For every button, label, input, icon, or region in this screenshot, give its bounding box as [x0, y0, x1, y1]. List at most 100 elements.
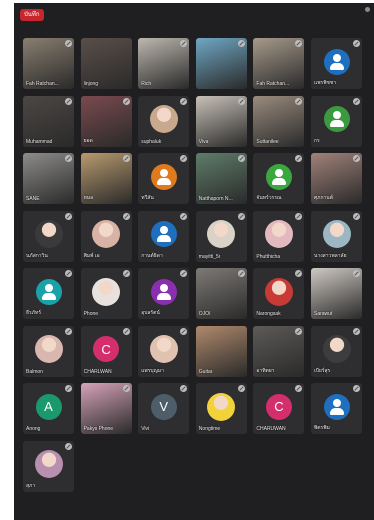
mic-muted-icon	[353, 40, 360, 47]
participant-tile[interactable]: Pakys Phone	[80, 383, 132, 434]
window-control-icon[interactable]	[365, 7, 370, 12]
participant-tile[interactable]: Fah Ratchan...	[23, 38, 74, 89]
participant-name: Pakys Phone	[83, 426, 114, 432]
participant-tile[interactable]: mayitti_5r	[195, 210, 247, 262]
participant-tile[interactable]: ทวีสัน	[138, 153, 190, 204]
participant-tile[interactable]: Balmon	[23, 325, 74, 377]
participant-tile[interactable]: SANE	[23, 153, 74, 204]
mic-muted-icon	[180, 385, 188, 392]
participant-tile[interactable]: นภัสกาวิน	[23, 210, 74, 262]
mic-muted-icon	[353, 327, 360, 335]
participant-tile[interactable]	[195, 38, 247, 89]
mic-muted-icon	[122, 97, 130, 105]
participant-tile[interactable]: จันทร์วรรณ	[253, 153, 305, 204]
participant-name: พิมพ์ เอ	[83, 252, 100, 259]
person-icon	[324, 394, 350, 420]
participant-tile[interactable]: Guitar	[195, 325, 247, 377]
mic-muted-icon	[180, 97, 188, 105]
participant-tile[interactable]: อาทิตยา	[253, 325, 305, 377]
participant-name: Sarawut	[314, 311, 333, 317]
participant-avatar	[323, 106, 350, 132]
participant-name: Vivi	[141, 426, 150, 432]
participant-name: OJOI	[198, 311, 211, 317]
participant-tile[interactable]: Muhammad	[23, 95, 74, 147]
profile-photo	[34, 220, 63, 248]
participant-name: เบียร์สุร	[314, 367, 331, 374]
mic-muted-icon	[295, 212, 303, 220]
participant-name: Phone	[83, 311, 99, 317]
participant-name: สุภา	[26, 482, 36, 489]
participant-tile[interactable]: Rich	[138, 38, 190, 89]
mic-muted-icon	[295, 270, 303, 277]
participant-name: อาทิตยา	[256, 367, 275, 374]
participant-tile[interactable]: Nongtime	[195, 383, 247, 434]
participant-tile[interactable]: Fah Ratchan...	[253, 38, 305, 89]
participant-tile[interactable]: Phutthicha	[253, 210, 305, 262]
participant-avatar: C	[265, 393, 292, 420]
participant-name: Balmon	[26, 368, 43, 375]
participant-tile[interactable]: หมอ	[80, 153, 132, 204]
participant-tile[interactable]: อุบลรัตน์	[138, 268, 190, 319]
participant-tile[interactable]: C CHARLWAN	[80, 325, 132, 377]
profile-photo	[34, 335, 63, 363]
participant-name: Phutthicha	[256, 253, 281, 260]
participant-tile[interactable]: แพรบุญมา	[138, 325, 190, 377]
mic-muted-icon	[180, 212, 188, 220]
participant-tile[interactable]: กร	[311, 95, 362, 147]
mic-muted-icon	[353, 97, 360, 105]
person-icon	[266, 164, 292, 190]
meeting-gallery-view: บันทึก Fah Ratchan... linjong Rich Fah Ratc…	[14, 3, 374, 520]
participant-tile[interactable]: กานต์ธิดา	[138, 210, 190, 262]
participant-tile[interactable]: ยอด	[80, 95, 132, 147]
profile-photo	[264, 277, 293, 306]
mic-muted-icon	[180, 327, 188, 335]
participant-name: ศุภกานต์	[314, 195, 333, 201]
participant-tile[interactable]: พิตรพิม	[311, 383, 362, 434]
participant-tile[interactable]: สุภา	[23, 440, 74, 492]
mic-muted-icon	[295, 155, 303, 162]
recording-badge[interactable]: บันทึก	[20, 9, 44, 21]
participant-avatar	[150, 163, 177, 190]
participant-tile[interactable]: พิมพ์ เอ	[80, 210, 132, 262]
participant-tile[interactable]: เบียร์สุร	[311, 325, 362, 377]
participant-name: ยอด	[83, 137, 93, 144]
profile-photo	[207, 220, 236, 248]
participant-tile[interactable]: Natthaporn N...	[195, 153, 247, 204]
participant-name: Suttanilee	[256, 138, 279, 145]
mic-muted-icon	[180, 155, 188, 162]
participant-tile[interactable]: ศุภกานต์	[311, 153, 362, 204]
participant-tile[interactable]: Narongsak	[253, 268, 305, 319]
mic-muted-icon	[353, 385, 360, 392]
participant-name: ธีรภัทร์	[26, 310, 42, 316]
participant-tile[interactable]: linjong	[80, 38, 132, 89]
participant-tile[interactable]: Phone	[80, 268, 132, 319]
mic-muted-icon	[122, 327, 130, 335]
participant-name: นางสาวพลาลัย	[314, 252, 347, 259]
participant-name: พิตรพิม	[314, 425, 330, 431]
participant-name: ทวีสัน	[141, 195, 154, 201]
participant-tile[interactable]: suphaluk	[138, 95, 190, 147]
mic-muted-icon	[237, 97, 245, 105]
participant-tile[interactable]: Sarawut	[311, 268, 362, 319]
participant-name: กร	[314, 137, 320, 144]
participant-name: Anong	[26, 426, 41, 432]
participant-tile[interactable]: Viva	[195, 95, 247, 147]
participant-name: Nongtime	[198, 426, 221, 432]
participant-tile[interactable]: แพรพิชชา	[311, 38, 362, 89]
mic-muted-icon	[65, 327, 72, 335]
participant-tile[interactable]: V Vivi	[138, 383, 190, 434]
participant-tile[interactable]: Suttanilee	[253, 95, 305, 147]
participant-tile[interactable]: OJOI	[195, 268, 247, 319]
participant-name: Fah Ratchan...	[26, 81, 59, 87]
participant-name: CHARLWAN	[83, 368, 112, 375]
mic-muted-icon	[65, 212, 72, 220]
mic-muted-icon	[353, 212, 360, 220]
participant-tile[interactable]: C CHARUWAN	[253, 383, 305, 434]
participant-tile[interactable]: A Anong	[23, 383, 74, 434]
participant-name: หมอ	[83, 195, 94, 201]
profile-photo	[149, 105, 178, 133]
participant-name: Rich	[141, 81, 152, 87]
participant-tile[interactable]: ธีรภัทร์	[23, 268, 74, 319]
participant-avatar	[323, 48, 350, 75]
participant-tile[interactable]: นางสาวพลาลัย	[311, 210, 362, 262]
